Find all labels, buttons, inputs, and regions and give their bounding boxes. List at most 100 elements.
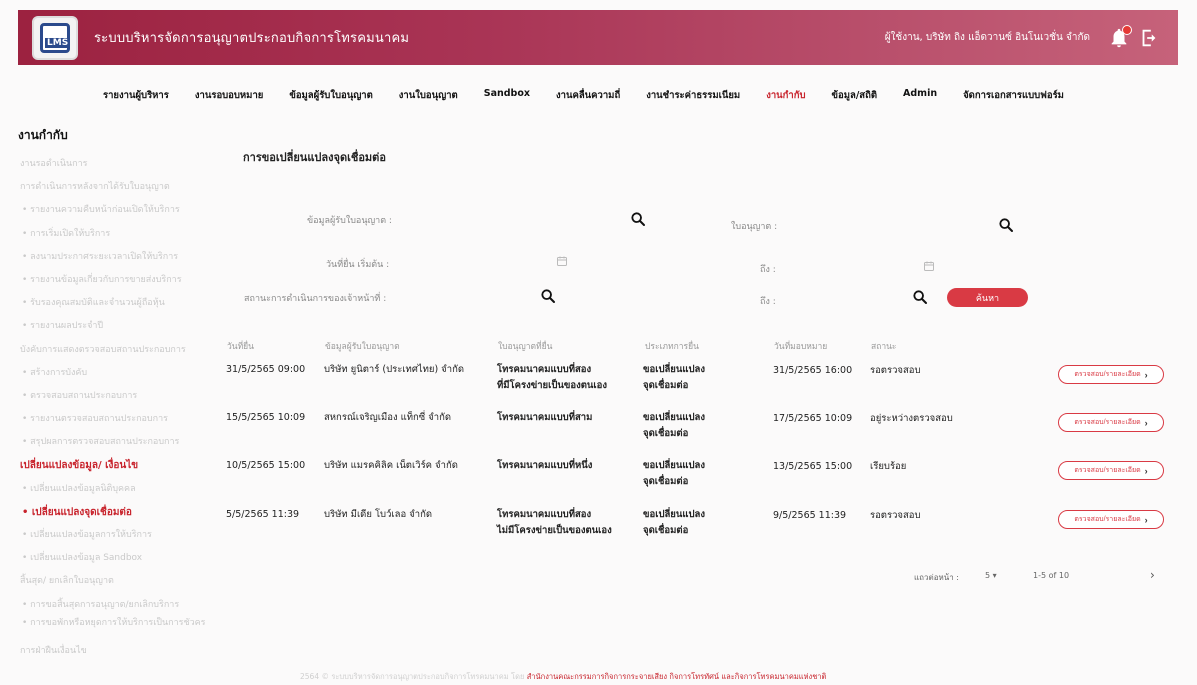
rows-per-page-label: แถวต่อหน้า : bbox=[914, 573, 959, 582]
cell-type-sub: จุดเชื่อมต่อ bbox=[643, 476, 689, 487]
detail-button-label: ตรวจสอบ/รายละเอียด bbox=[1074, 419, 1141, 426]
cell-type: ขอเปลี่ยนแปลง bbox=[643, 460, 705, 471]
nav-item[interactable]: ข้อมูล/สถิติ bbox=[819, 88, 890, 103]
sidebar-item[interactable]: • รายงานผลประจำปี bbox=[22, 315, 205, 338]
col-status-header: สถานะ bbox=[871, 342, 897, 352]
chevron-right-icon: › bbox=[1144, 369, 1148, 380]
sidebar-item[interactable]: งานรอดำเนินการ bbox=[20, 153, 205, 176]
nav-item[interactable]: Admin bbox=[890, 88, 950, 103]
sidebar-item[interactable]: • การขอสิ้นสุดการอนุญาต/ยกเลิกบริการ bbox=[22, 594, 205, 617]
search-button[interactable]: ค้นหา bbox=[947, 288, 1028, 307]
logo-mark: LMS bbox=[40, 22, 71, 53]
nav-item[interactable]: งานกำกับ bbox=[753, 88, 818, 103]
detail-button[interactable]: ตรวจสอบ/รายละเอียด › bbox=[1058, 413, 1164, 432]
footer-org-link[interactable]: สำนักงานคณะกรรมการกิจการกระจายเสียง กิจก… bbox=[527, 672, 827, 681]
sidebar-item[interactable]: • สร้างการบังคับ bbox=[22, 362, 205, 385]
nav-item[interactable]: รายงานผู้บริหาร bbox=[90, 88, 182, 103]
cell-assigned: 17/5/2565 10:09 bbox=[773, 413, 853, 424]
sidebar: งานกำกับ งานรอดำเนินการ การดำเนินการหลังจ… bbox=[10, 122, 205, 663]
date-from-calendar-icon[interactable] bbox=[556, 255, 568, 267]
sidebar-item[interactable]: • การเริ่มเปิดให้บริการ bbox=[22, 223, 205, 246]
chevron-right-icon: › bbox=[1144, 417, 1148, 428]
detail-button[interactable]: ตรวจสอบ/รายละเอียด › bbox=[1058, 365, 1164, 384]
sidebar-section[interactable]: เปลี่ยนแปลงข้อมูล/ เงื่อนไข bbox=[20, 454, 205, 477]
sidebar-heading: งานกำกับ bbox=[18, 128, 68, 142]
logout-icon[interactable] bbox=[1138, 27, 1160, 49]
rows-per-page-value: 5 bbox=[985, 571, 991, 580]
sidebar-item[interactable]: • เปลี่ยนแปลงข้อมูลการให้บริการ bbox=[22, 524, 205, 547]
page-title: การขอเปลี่ยนแปลงจุดเชื่อมต่อ bbox=[243, 151, 386, 164]
chevron-right-icon: › bbox=[1144, 514, 1148, 525]
sidebar-item[interactable]: • รายงานความคืบหน้าก่อนเปิดให้บริการ bbox=[22, 199, 205, 222]
nav-item[interactable]: Sandbox bbox=[471, 88, 543, 103]
col-licensee-header: ข้อมูลผู้รับใบอนุญาต bbox=[325, 342, 400, 352]
license-filter-label: ใบอนุญาต : bbox=[731, 222, 778, 232]
sidebar-section[interactable]: การฝ่าฝืนเงื่อนไข bbox=[20, 640, 205, 663]
nav-item[interactable]: งานชำระค่าธรรมเนียม bbox=[633, 88, 753, 103]
cell-type: ขอเปลี่ยนแปลง bbox=[643, 412, 705, 423]
nav-item[interactable]: ข้อมูลผู้รับใบอนุญาต bbox=[276, 88, 385, 103]
cell-license-sub: ไม่มีโครงข่ายเป็นของตนเอง bbox=[497, 525, 612, 536]
cell-submitted: 10/5/2565 15:00 bbox=[226, 460, 306, 471]
status-badge: อยู่ระหว่างตรวจสอบ bbox=[870, 413, 953, 424]
status-filter-label: สถานะการดำเนินการของเจ้าหน้าที่ : bbox=[244, 294, 387, 304]
cell-submitted: 31/5/2565 09:00 bbox=[226, 364, 306, 375]
chevron-right-icon: › bbox=[1144, 465, 1148, 476]
detail-button-label: ตรวจสอบ/รายละเอียด bbox=[1074, 467, 1141, 474]
cell-licensee: บริษัท ยูนิตาร์ (ประเทศไทย) จำกัด bbox=[324, 364, 464, 375]
cell-assigned: 31/5/2565 16:00 bbox=[773, 365, 853, 376]
date-to-label: ถึง : bbox=[760, 265, 776, 275]
sidebar-item[interactable]: • ลงนามประกาศระยะเวลาเปิดให้บริการ bbox=[22, 246, 205, 269]
lms-logo[interactable]: LMS bbox=[32, 15, 78, 60]
status-badge: รอตรวจสอบ bbox=[870, 510, 921, 521]
detail-button[interactable]: ตรวจสอบ/รายละเอียด › bbox=[1058, 461, 1164, 480]
sidebar-item[interactable]: • รับรองคุณสมบัติและจำนวนผู้ถือหุ้น bbox=[22, 292, 205, 315]
licensee-search-icon[interactable] bbox=[630, 211, 646, 227]
footer-text: 2564 © ระบบบริหารจัดการอนุญาตประกอบกิจกา… bbox=[300, 672, 525, 681]
cell-submitted: 15/5/2565 10:09 bbox=[226, 412, 306, 423]
sidebar-item[interactable]: • รายงานข้อมูลเกี่ยวกับการขายส่งบริการ bbox=[22, 269, 205, 292]
cell-assigned: 13/5/2565 15:00 bbox=[773, 461, 853, 472]
col-type-header: ประเภทการยื่น bbox=[645, 342, 699, 352]
detail-button-label: ตรวจสอบ/รายละเอียด bbox=[1074, 371, 1141, 378]
nav-item[interactable]: งานรอบอบหมาย bbox=[182, 88, 276, 103]
detail-button[interactable]: ตรวจสอบ/รายละเอียด › bbox=[1058, 510, 1164, 529]
status-to-search-icon[interactable] bbox=[912, 289, 928, 305]
notification-badge bbox=[1122, 24, 1132, 35]
next-page-button[interactable]: › bbox=[1150, 568, 1155, 582]
sidebar-section[interactable]: บังคับการแสดงตรวจสอบสถานประกอบการ bbox=[20, 339, 205, 362]
cell-licensee: สหกรณ์เจริญเมือง แท็กซี่ จำกัด bbox=[324, 412, 452, 423]
status-badge: รอตรวจสอบ bbox=[870, 365, 921, 376]
nav-item[interactable]: งานใบอนุญาต bbox=[386, 88, 471, 103]
cell-license: โทรคมนาคมแบบที่สาม bbox=[497, 412, 593, 423]
sidebar-item[interactable]: • สรุปผลการตรวจสอบสถานประกอบการ bbox=[22, 431, 205, 454]
sidebar-item[interactable]: • เปลี่ยนแปลงข้อมูล Sandbox bbox=[22, 547, 205, 570]
cell-license: โทรคมนาคมแบบที่หนึ่ง bbox=[497, 460, 593, 471]
license-search-icon[interactable] bbox=[998, 217, 1014, 233]
nav-item[interactable]: งานคลื่นความถี่ bbox=[543, 88, 633, 103]
rows-per-page-select[interactable]: 5 ▾ bbox=[985, 571, 997, 580]
date-to-calendar-icon[interactable] bbox=[923, 260, 935, 272]
main-nav: รายงานผู้บริหาร งานรอบอบหมาย ข้อมูลผู้รับใ… bbox=[90, 88, 1077, 103]
cell-type: ขอเปลี่ยนแปลง bbox=[643, 364, 705, 375]
sidebar-item[interactable]: • เปลี่ยนแปลงข้อมูลนิติบุคคล bbox=[22, 478, 205, 501]
notification-bell-icon[interactable] bbox=[1108, 24, 1132, 49]
cell-submitted: 5/5/2565 11:39 bbox=[226, 509, 300, 520]
sidebar-section[interactable]: สิ้นสุด/ ยกเลิกใบอนุญาต bbox=[20, 570, 205, 593]
user-name[interactable]: ผู้ใช้งาน, บริษัท ถิง แอ็ดวานซ์ อินโนเวช… bbox=[885, 30, 1090, 45]
logo-text: LMS bbox=[45, 37, 71, 48]
cell-assigned: 9/5/2565 11:39 bbox=[773, 510, 847, 521]
sidebar-item[interactable]: • เปลี่ยนแปลงจุดเชื่อมต่อ bbox=[22, 501, 205, 524]
cell-license: โทรคมนาคมแบบที่สอง bbox=[497, 509, 592, 520]
footer: 2564 © ระบบบริหารจัดการอนุญาตประกอบกิจกา… bbox=[300, 671, 826, 683]
status-badge: เรียบร้อย bbox=[870, 461, 907, 472]
col-assigned-header: วันที่มอบหมาย bbox=[774, 342, 828, 352]
sidebar-section[interactable]: การดำเนินการหลังจากได้รับใบอนุญาต bbox=[20, 176, 205, 199]
detail-button-label: ตรวจสอบ/รายละเอียด bbox=[1074, 516, 1141, 523]
sidebar-item[interactable]: • ตรวจสอบสถานประกอบการ bbox=[22, 385, 205, 408]
status-search-icon[interactable] bbox=[540, 288, 556, 304]
sidebar-item[interactable]: • การขอพักหรือหยุดการให้บริการเป็นการชั่… bbox=[22, 617, 205, 640]
col-license-header: ใบอนุญาตที่ยื่น bbox=[498, 342, 553, 352]
nav-item[interactable]: จัดการเอกสารแบบฟอร์ม bbox=[950, 88, 1077, 103]
sidebar-item[interactable]: • รายงานตรวจสอบสถานประกอบการ bbox=[22, 408, 205, 431]
